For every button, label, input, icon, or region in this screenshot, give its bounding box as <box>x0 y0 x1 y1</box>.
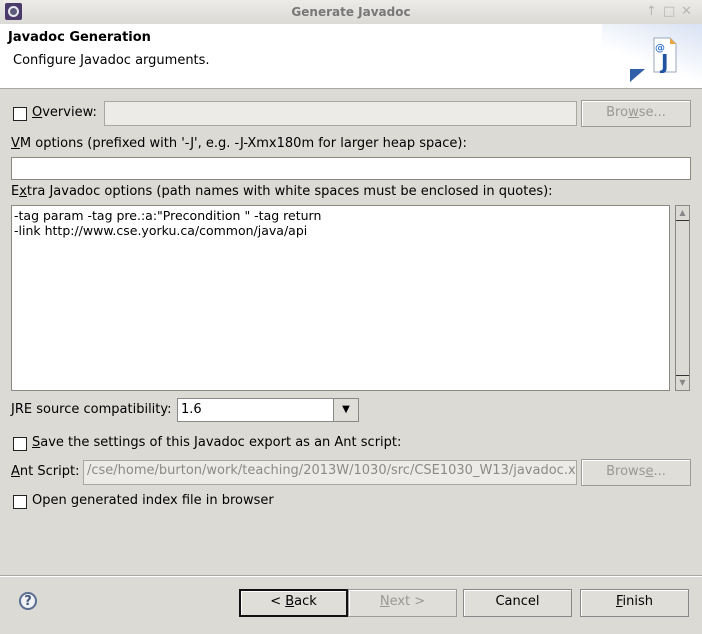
wizard-header: Javadoc Generation Configure Javadoc arg… <box>0 24 702 89</box>
ant-script-browse-button[interactable]: Browse... <box>581 459 691 486</box>
scroll-down-icon[interactable]: ▼ <box>676 375 689 390</box>
window-title: Generate Javadoc <box>291 5 411 19</box>
extra-options-scrollbar[interactable]: ▲ ▼ <box>675 205 690 391</box>
help-icon[interactable]: ? <box>19 592 37 610</box>
ant-script-input[interactable]: /cse/home/burton/work/teaching/2013W/103… <box>83 460 577 485</box>
overview-browse-button[interactable]: Browse... <box>581 100 691 127</box>
wizard-arrow-icon <box>630 69 645 82</box>
jre-compat-select[interactable]: 1.6 ▼ <box>177 398 359 422</box>
title-bar: Generate Javadoc ↑ □ ✕ <box>0 0 702 25</box>
close-icon[interactable]: ✕ <box>681 4 692 19</box>
cancel-button[interactable]: Cancel <box>463 589 572 617</box>
back-button[interactable]: < Back <box>239 589 348 617</box>
next-button[interactable]: Next > <box>348 589 457 617</box>
extra-options-label: Extra Javadoc options (path names with w… <box>11 184 553 199</box>
extra-options-textarea[interactable]: -tag param -tag pre.:a:"Precondition " -… <box>11 205 670 391</box>
maximize-icon[interactable]: □ <box>663 4 675 19</box>
vm-options-label: VM options (prefixed with '-J', e.g. -J-… <box>11 136 467 151</box>
overview-checkbox[interactable] <box>13 107 27 121</box>
overview-input[interactable] <box>104 101 577 126</box>
keep-above-icon[interactable]: ↑ <box>646 4 657 19</box>
page-title: Javadoc Generation <box>8 30 151 45</box>
vm-options-input[interactable] <box>11 157 691 180</box>
footer-separator <box>0 575 702 577</box>
save-ant-label: Save the settings of this Javadoc export… <box>32 435 402 450</box>
jre-compat-value: 1.6 <box>181 402 202 417</box>
scroll-up-icon[interactable]: ▲ <box>676 206 689 221</box>
open-index-label: Open generated index file in browser <box>32 493 274 508</box>
finish-button[interactable]: Finish <box>580 589 689 617</box>
chevron-down-icon[interactable]: ▼ <box>333 399 358 421</box>
jre-compat-label: JRE source compatibility: <box>11 402 172 417</box>
ant-script-label: Ant Script: <box>11 464 80 479</box>
javadoc-wizard-icon: @ J <box>653 37 677 73</box>
open-index-checkbox[interactable] <box>13 495 27 509</box>
header-decoration <box>602 24 702 88</box>
save-ant-checkbox[interactable] <box>13 437 27 451</box>
overview-label: Overview: <box>32 105 97 120</box>
svg-text:J: J <box>659 50 668 73</box>
page-description: Configure Javadoc arguments. <box>13 53 210 68</box>
